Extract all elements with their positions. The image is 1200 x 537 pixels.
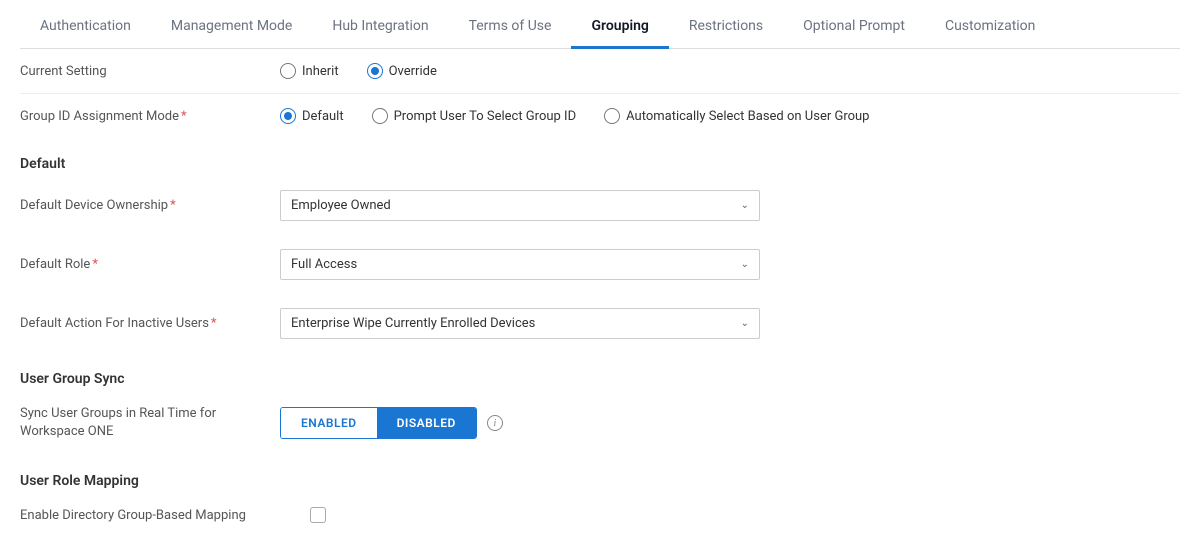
row-current-setting: Current Setting Inherit Override (20, 49, 1180, 94)
radio-label: Default (302, 109, 344, 124)
radio-label: Override (389, 64, 437, 79)
radio-inherit[interactable]: Inherit (280, 63, 339, 79)
tab-terms-of-use[interactable]: Terms of Use (449, 8, 572, 49)
row-default-role: Default Role* Full Access ⌄ (20, 235, 1180, 294)
tab-grouping[interactable]: Grouping (571, 8, 668, 49)
radio-icon (372, 108, 388, 124)
radio-icon (280, 108, 296, 124)
row-group-id-mode: Group ID Assignment Mode* Default Prompt… (20, 94, 1180, 138)
select-default-ownership[interactable]: Employee Owned ⌄ (280, 190, 760, 221)
tab-management-mode[interactable]: Management Mode (151, 8, 312, 49)
tab-bar: Authentication Management Mode Hub Integ… (20, 8, 1180, 49)
select-value: Employee Owned (291, 198, 391, 213)
section-title-user-group-sync: User Group Sync (20, 371, 1180, 387)
section-title-default: Default (20, 156, 1180, 172)
tab-customization[interactable]: Customization (925, 8, 1055, 49)
row-enable-directory-mapping: Enable Directory Group-Based Mapping (20, 493, 1180, 537)
radio-label: Prompt User To Select Group ID (394, 109, 577, 124)
select-value: Enterprise Wipe Currently Enrolled Devic… (291, 316, 535, 331)
row-default-ownership: Default Device Ownership* Employee Owned… (20, 176, 1180, 235)
section-user-role-mapping: User Role Mapping Enable Directory Group… (20, 473, 1180, 537)
section-title-user-role-mapping: User Role Mapping (20, 473, 1180, 489)
info-icon[interactable]: i (487, 415, 503, 431)
radio-label: Automatically Select Based on User Group (626, 109, 869, 124)
toggle-sync-realtime: ENABLED DISABLED (280, 407, 477, 439)
tab-restrictions[interactable]: Restrictions (669, 8, 783, 49)
label-group-id-mode: Group ID Assignment Mode* (20, 109, 280, 124)
toggle-disabled[interactable]: DISABLED (377, 408, 476, 438)
label-sync-realtime: Sync User Groups in Real Time for Worksp… (20, 405, 280, 441)
radio-override[interactable]: Override (367, 63, 437, 79)
tab-optional-prompt[interactable]: Optional Prompt (783, 8, 925, 49)
select-default-inactive[interactable]: Enterprise Wipe Currently Enrolled Devic… (280, 308, 760, 339)
row-default-inactive: Default Action For Inactive Users* Enter… (20, 294, 1180, 353)
label-enable-directory-mapping: Enable Directory Group-Based Mapping (20, 508, 310, 523)
chevron-down-icon: ⌄ (741, 259, 749, 270)
tab-authentication[interactable]: Authentication (20, 8, 151, 49)
chevron-down-icon: ⌄ (741, 318, 749, 329)
section-default: Default Default Device Ownership* Employ… (20, 156, 1180, 353)
select-value: Full Access (291, 257, 357, 272)
radio-icon (604, 108, 620, 124)
radio-auto-select[interactable]: Automatically Select Based on User Group (604, 108, 869, 124)
tab-hub-integration[interactable]: Hub Integration (312, 8, 448, 49)
chevron-down-icon: ⌄ (741, 200, 749, 211)
label-default-role: Default Role* (20, 257, 280, 272)
toggle-enabled[interactable]: ENABLED (281, 408, 377, 438)
row-sync-realtime: Sync User Groups in Real Time for Worksp… (20, 391, 1180, 455)
radio-prompt-user[interactable]: Prompt User To Select Group ID (372, 108, 577, 124)
label-current-setting: Current Setting (20, 64, 280, 79)
section-user-group-sync: User Group Sync Sync User Groups in Real… (20, 371, 1180, 455)
select-default-role[interactable]: Full Access ⌄ (280, 249, 760, 280)
radio-icon (367, 63, 383, 79)
radio-label: Inherit (302, 64, 339, 79)
label-default-inactive: Default Action For Inactive Users* (20, 316, 280, 331)
label-default-ownership: Default Device Ownership* (20, 198, 280, 213)
radio-default[interactable]: Default (280, 108, 344, 124)
checkbox-enable-directory-mapping[interactable] (310, 507, 326, 523)
radio-icon (280, 63, 296, 79)
